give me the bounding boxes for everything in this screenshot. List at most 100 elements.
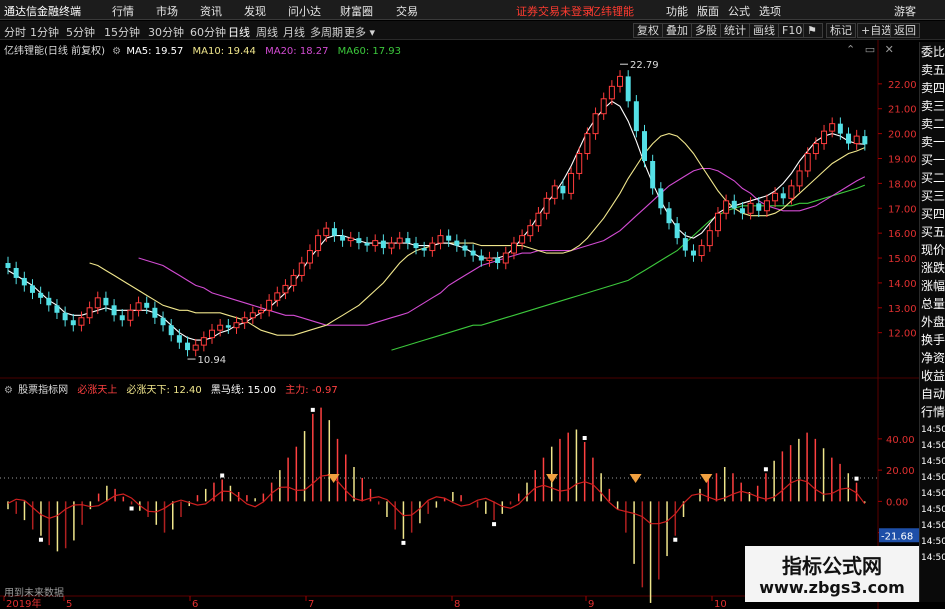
menu-market[interactable]: 市场 xyxy=(156,3,178,19)
menu-ask[interactable]: 问小达 xyxy=(288,3,321,19)
kline-chart[interactable]: 22.00 21.00 20.00 19.00 18.00 17.00 16.00 15.00… xyxy=(0,40,919,609)
menu-wealth[interactable]: 财富圈 xyxy=(340,3,373,19)
candle-up xyxy=(282,284,289,294)
sidebar-item: 买五 xyxy=(921,225,945,239)
sidebar-item: 14:50 xyxy=(921,425,945,435)
candle-down xyxy=(405,238,411,244)
indicator-dot xyxy=(220,473,225,478)
candle-up xyxy=(127,309,134,321)
price-tick-label: 16.00 xyxy=(888,229,917,240)
candle-down xyxy=(62,312,68,321)
sidebar-item[interactable]: 行情 xyxy=(921,406,945,418)
statistics-button[interactable]: 统计 xyxy=(720,23,750,38)
draw-line-button[interactable]: 画线 xyxy=(749,23,779,38)
tab-intraday[interactable]: 分时 xyxy=(4,24,26,40)
sidebar-item: 买三 xyxy=(921,189,945,203)
tab-label: 周线 xyxy=(256,26,278,39)
login-warning[interactable]: 证券交易未登录 xyxy=(516,3,593,19)
candle-down xyxy=(119,315,125,321)
menu-quotes[interactable]: 行情 xyxy=(112,3,134,19)
candle-down xyxy=(5,263,11,268)
candle-up xyxy=(502,252,509,264)
tab-weekly[interactable]: 周线 xyxy=(256,24,278,40)
tab-monthly[interactable]: 月线 xyxy=(283,24,305,40)
restore-rights-button[interactable]: 复权 xyxy=(633,23,663,38)
candle-down xyxy=(731,200,737,209)
candle-up xyxy=(372,240,379,247)
tab-1min[interactable]: 1分钟 xyxy=(30,24,59,40)
mark-button[interactable]: 标记 xyxy=(826,23,856,38)
menu-discover[interactable]: 发现 xyxy=(244,3,266,19)
candle-up xyxy=(217,324,224,331)
candle-down xyxy=(54,305,60,313)
indicator-dot xyxy=(401,540,406,545)
app-title: 通达信金融终端 xyxy=(4,5,81,18)
candle-down xyxy=(38,292,44,298)
tab-60min[interactable]: 60分钟 xyxy=(190,24,226,40)
tab-label: 月线 xyxy=(283,26,305,39)
tab-15min[interactable]: 15分钟 xyxy=(104,24,140,40)
candle-up xyxy=(608,85,615,100)
indicator-dot xyxy=(763,467,768,472)
overlay-button[interactable]: 叠加 xyxy=(662,23,692,38)
month-label: 10 xyxy=(714,599,727,609)
guest-label[interactable]: 游客 xyxy=(894,3,916,19)
menu-layout[interactable]: 版面 xyxy=(697,3,719,19)
tab-more[interactable]: 更多 ▾ xyxy=(344,24,375,40)
menu-trade[interactable]: 交易 xyxy=(396,3,418,19)
price-tick-label: 22.00 xyxy=(888,80,917,91)
sidebar-item: 14:50 xyxy=(921,473,945,483)
candle-up xyxy=(821,130,828,145)
candle-up xyxy=(257,309,264,314)
candle-down xyxy=(380,240,386,249)
candle-up xyxy=(249,312,256,319)
menu-formula[interactable]: 公式 xyxy=(728,3,750,19)
chevron-down-icon: ▾ xyxy=(366,26,376,39)
sidebar-item[interactable]: 自动 xyxy=(921,388,945,400)
stock-title: 亿纬锂能 xyxy=(590,5,634,18)
candle-down xyxy=(495,258,501,264)
period-toolbar: 分时 1分钟 5分钟 15分钟 30分钟 60分钟 日线 周线 月线 多周期 更… xyxy=(0,21,945,40)
menu-bar: 通达信金融终端 行情 市场 资讯 发现 问小达 财富圈 交易 证券交易未登录 亿… xyxy=(0,0,945,20)
indicator-dot xyxy=(492,522,497,527)
sidebar-item: 14:50 xyxy=(921,457,945,467)
tab-30min[interactable]: 30分钟 xyxy=(148,24,184,40)
candle-up xyxy=(192,344,199,351)
back-button[interactable]: 返回 xyxy=(890,23,920,38)
candle-down xyxy=(625,76,631,102)
candle-down xyxy=(560,185,566,194)
tab-label: 分时 xyxy=(4,26,26,39)
candle-down xyxy=(780,193,786,199)
menu-options[interactable]: 选项 xyxy=(759,3,781,19)
sidebar-item: 卖二 xyxy=(921,117,945,131)
tab-label: 15分钟 xyxy=(104,26,140,39)
price-tick-label: 14.00 xyxy=(888,279,917,290)
candle-down xyxy=(642,131,648,161)
flag-icon[interactable]: ⚑ xyxy=(803,23,823,38)
candle-down xyxy=(846,133,852,144)
candle-down xyxy=(837,123,843,134)
indicator-dot xyxy=(310,407,315,412)
menu-function[interactable]: 功能 xyxy=(666,3,688,19)
price-tick-label: 18.00 xyxy=(888,179,917,190)
candle-up xyxy=(200,337,207,346)
candle-down xyxy=(356,238,362,244)
tab-daily[interactable]: 日线 xyxy=(228,24,250,40)
tab-multi-period[interactable]: 多周期 xyxy=(310,24,343,40)
candle-down xyxy=(13,267,19,278)
sidebar-item: 卖四 xyxy=(921,81,945,95)
ma60-line xyxy=(391,184,866,351)
sidebar-item: 卖一 xyxy=(921,135,945,149)
sidebar-item: 现价 xyxy=(921,243,945,257)
tab-5min[interactable]: 5分钟 xyxy=(66,24,95,40)
multi-stock-button[interactable]: 多股 xyxy=(691,23,721,38)
month-label: 7 xyxy=(308,599,314,609)
menu-news[interactable]: 资讯 xyxy=(200,3,222,19)
candle-up xyxy=(576,153,583,174)
candle-down xyxy=(421,248,427,251)
sidebar-item: 净资 xyxy=(921,351,945,365)
zhuli-line xyxy=(7,474,866,525)
candle-up xyxy=(429,242,436,252)
candle-up xyxy=(519,235,526,244)
tab-label: 60分钟 xyxy=(190,26,226,39)
